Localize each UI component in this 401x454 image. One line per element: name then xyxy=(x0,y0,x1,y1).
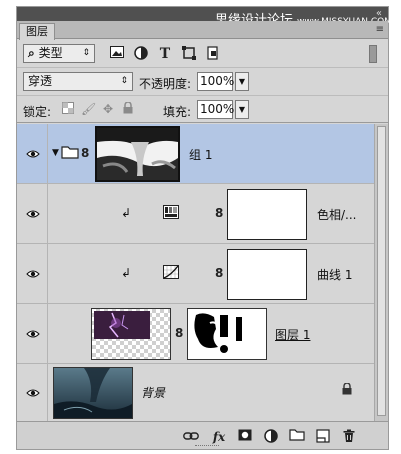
visibility-cell xyxy=(17,304,48,363)
link-layers-icon[interactable] xyxy=(183,429,199,445)
search-icon: ⌕ xyxy=(28,46,35,60)
eye-icon[interactable] xyxy=(26,209,40,219)
image-filter-icon[interactable] xyxy=(109,46,125,62)
fill-label: 填充: xyxy=(163,105,192,119)
lock-all-icon[interactable] xyxy=(121,101,135,116)
layers-scrollbar[interactable] xyxy=(374,124,388,421)
layer-name[interactable]: 曲线 1 xyxy=(317,266,352,283)
lock-icon xyxy=(342,382,352,398)
tab-layers[interactable]: 图层 xyxy=(19,23,55,40)
layer-row-layer-1[interactable]: 8 图层 1 xyxy=(17,304,374,364)
folder-icon xyxy=(61,145,79,162)
lock-transparent-icon[interactable] xyxy=(61,102,75,116)
lock-position-icon[interactable]: ✥ xyxy=(101,102,115,116)
opacity-input[interactable]: 100% xyxy=(197,72,234,91)
layer-row-group[interactable]: ▼ 8 组 1 xyxy=(17,124,374,184)
filter-toggle[interactable] xyxy=(369,45,377,63)
layers-list: ▼ 8 组 1 ↲ 8 色相/... ↲ 8 曲线 1 8 图层 1 背景 xyxy=(17,124,374,421)
delete-icon[interactable] xyxy=(341,429,357,445)
layer-name[interactable]: 组 1 xyxy=(189,146,212,163)
lock-row: 锁定: 🖌 ✥ 填充: 100% ▼ xyxy=(17,96,388,123)
visibility-cell xyxy=(17,184,48,243)
new-group-icon[interactable] xyxy=(289,429,305,445)
group-mask-thumbnail[interactable] xyxy=(95,126,180,182)
layers-panel: 思缘设计论坛www.MISSYUAN.COM « 图层 ≡ ⌕ 类型 ⇕ T 穿 xyxy=(16,6,392,450)
layer-row-background[interactable]: 背景 xyxy=(17,364,374,421)
select-arrows-icon: ⇕ xyxy=(82,48,90,58)
layers-bottom-bar: fx xyxy=(17,421,388,449)
eye-icon[interactable] xyxy=(26,329,40,339)
new-adjustment-icon[interactable] xyxy=(263,429,279,445)
eye-icon[interactable] xyxy=(26,269,40,279)
adjustment-filter-icon[interactable] xyxy=(133,46,149,62)
expand-arrow-icon[interactable]: ▼ xyxy=(52,148,59,158)
visibility-cell xyxy=(17,124,48,183)
filter-kind-select[interactable]: ⌕ 类型 ⇕ xyxy=(23,44,95,63)
opacity-label: 不透明度: xyxy=(139,77,192,91)
layer-name[interactable]: 背景 xyxy=(141,384,165,401)
new-layer-icon[interactable] xyxy=(315,429,331,445)
fill-dropdown-button[interactable]: ▼ xyxy=(235,100,249,119)
blend-row: 穿透 ⇕ 不透明度: 100% ▼ xyxy=(17,68,388,96)
layer-name[interactable]: 图层 1 xyxy=(275,326,310,343)
eye-icon[interactable] xyxy=(26,388,40,398)
link-chain-icon[interactable]: 8 xyxy=(81,146,89,160)
link-chain-icon[interactable]: 8 xyxy=(215,206,223,220)
scrollbar-thumb[interactable] xyxy=(377,126,386,416)
clipping-arrow-icon: ↲ xyxy=(121,206,132,220)
hue-saturation-adjustment-icon[interactable] xyxy=(163,205,179,222)
type-filter-icon[interactable]: T xyxy=(157,46,173,62)
panel-menu-icon[interactable]: ≡ xyxy=(376,21,384,39)
link-chain-icon[interactable]: 8 xyxy=(175,326,183,340)
collapse-icon[interactable]: « xyxy=(376,7,382,21)
visibility-cell xyxy=(17,364,48,421)
select-arrows-icon: ⇕ xyxy=(120,76,128,86)
blend-mode-value: 穿透 xyxy=(28,74,53,88)
resize-grip[interactable] xyxy=(195,445,219,448)
lock-label: 锁定: xyxy=(23,105,52,119)
layer-thumbnail[interactable] xyxy=(91,308,171,360)
layer-name[interactable]: 色相/... xyxy=(317,206,357,223)
adjustment-mask-thumbnail[interactable] xyxy=(227,189,307,240)
tab-row: 图层 ≡ xyxy=(17,21,388,40)
layer-mask-thumbnail[interactable] xyxy=(187,308,267,360)
opacity-dropdown-button[interactable]: ▼ xyxy=(235,72,249,91)
lock-image-icon[interactable]: 🖌 xyxy=(81,102,96,116)
layer-row-curves[interactable]: ↲ 8 曲线 1 xyxy=(17,244,374,304)
smart-object-filter-icon[interactable] xyxy=(205,46,221,62)
curves-adjustment-icon[interactable] xyxy=(163,265,179,282)
shape-filter-icon[interactable] xyxy=(181,46,197,62)
eye-icon[interactable] xyxy=(26,149,40,159)
filter-row: ⌕ 类型 ⇕ T xyxy=(17,40,388,68)
blend-mode-select[interactable]: 穿透 ⇕ xyxy=(23,72,133,91)
clipping-arrow-icon: ↲ xyxy=(121,266,132,280)
adjustment-mask-thumbnail[interactable] xyxy=(227,249,307,300)
link-chain-icon[interactable]: 8 xyxy=(215,266,223,280)
background-thumbnail[interactable] xyxy=(53,367,133,419)
layer-row-hue-saturation[interactable]: ↲ 8 色相/... xyxy=(17,184,374,244)
fx-icon[interactable]: fx xyxy=(211,429,227,445)
filter-kind-label: 类型 xyxy=(38,46,63,60)
fill-input[interactable]: 100% xyxy=(197,100,234,119)
visibility-cell xyxy=(17,244,48,303)
panel-title-bar[interactable]: 思缘设计论坛www.MISSYUAN.COM « xyxy=(17,7,392,28)
add-mask-icon[interactable] xyxy=(237,429,253,445)
